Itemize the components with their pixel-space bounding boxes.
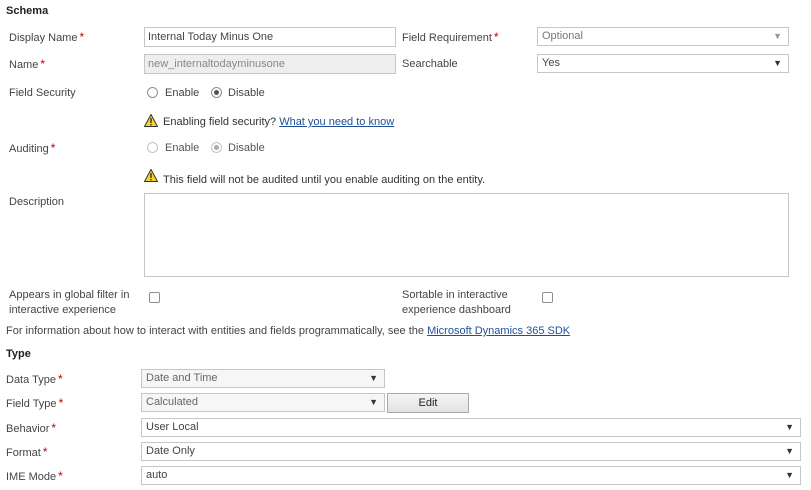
auditing-disable-label: Disable bbox=[228, 142, 265, 154]
field-type-value: Calculated bbox=[146, 396, 198, 408]
required-marker: * bbox=[79, 30, 85, 44]
data-type-label: Data Type * bbox=[6, 372, 63, 386]
ime-mode-label: IME Mode * bbox=[6, 469, 63, 483]
name-input[interactable]: new_internaltodayminusone bbox=[144, 54, 396, 74]
chevron-down-icon: ▼ bbox=[773, 58, 782, 68]
chevron-down-icon: ▼ bbox=[773, 31, 782, 41]
field-type-label: Field Type * bbox=[6, 396, 63, 410]
field-type-select[interactable]: Calculated ▼ bbox=[141, 393, 385, 412]
searchable-value: Yes bbox=[542, 57, 560, 69]
chevron-down-icon: ▼ bbox=[369, 373, 378, 383]
field-security-enable-radio[interactable] bbox=[147, 87, 158, 101]
field-requirement-value: Optional bbox=[542, 30, 583, 42]
chevron-down-icon: ▼ bbox=[785, 470, 794, 480]
format-select[interactable]: Date Only ▼ bbox=[141, 442, 801, 461]
field-security-label: Field Security bbox=[9, 87, 76, 99]
sdk-link[interactable]: Microsoft Dynamics 365 SDK bbox=[427, 325, 570, 337]
display-name-label-text: Display Name bbox=[9, 32, 78, 44]
global-filter-label-line1: Appears in global filter in bbox=[9, 289, 130, 301]
name-label: Name * bbox=[9, 57, 45, 71]
searchable-select[interactable]: Yes ▼ bbox=[537, 54, 789, 73]
required-marker: * bbox=[57, 372, 63, 386]
global-filter-label-line2: interactive experience bbox=[9, 304, 117, 316]
sortable-label-line1: Sortable in interactive bbox=[402, 289, 508, 301]
ime-mode-select[interactable]: auto ▼ bbox=[141, 466, 801, 485]
format-label: Format * bbox=[6, 445, 48, 459]
description-textarea[interactable] bbox=[144, 193, 789, 277]
behavior-value: User Local bbox=[146, 421, 199, 433]
field-security-warning-text: Enabling field security? bbox=[163, 116, 277, 128]
searchable-label: Searchable bbox=[402, 58, 458, 70]
auditing-disable-radio[interactable] bbox=[211, 142, 222, 156]
required-marker: * bbox=[58, 469, 63, 483]
edit-button[interactable]: Edit bbox=[387, 393, 469, 413]
auditing-label-text: Auditing bbox=[9, 143, 49, 155]
sdk-info-text: For information about how to interact wi… bbox=[6, 325, 424, 337]
required-marker: * bbox=[42, 445, 48, 459]
data-type-select[interactable]: Date and Time ▼ bbox=[141, 369, 385, 388]
behavior-select[interactable]: User Local ▼ bbox=[141, 418, 801, 437]
schema-section-title: Schema bbox=[6, 5, 49, 17]
field-security-disable-radio[interactable] bbox=[211, 87, 222, 101]
type-section-title: Type bbox=[6, 348, 31, 360]
radio-button-selected[interactable] bbox=[211, 87, 222, 98]
ime-mode-value: auto bbox=[146, 469, 168, 481]
chevron-down-icon: ▼ bbox=[785, 422, 794, 432]
warning-icon bbox=[143, 168, 159, 182]
sortable-label: Sortable in interactive experience dashb… bbox=[402, 288, 511, 318]
warning-icon bbox=[143, 113, 159, 127]
required-marker: * bbox=[493, 30, 499, 44]
field-type-label-text: Field Type bbox=[6, 398, 57, 410]
chevron-down-icon: ▼ bbox=[369, 397, 378, 407]
name-label-text: Name bbox=[9, 59, 39, 71]
global-filter-label: Appears in global filter in interactive … bbox=[9, 288, 129, 318]
data-type-label-text: Data Type bbox=[6, 374, 56, 386]
radio-button[interactable] bbox=[147, 142, 158, 153]
format-label-text: Format bbox=[6, 447, 41, 459]
what-you-need-to-know-link[interactable]: What you need to know bbox=[279, 116, 394, 128]
behavior-label: Behavior * bbox=[6, 421, 56, 435]
behavior-label-text: Behavior bbox=[6, 423, 50, 435]
description-label: Description bbox=[9, 196, 65, 208]
field-security-disable-label: Disable bbox=[228, 87, 265, 99]
display-name-label: Display Name * bbox=[9, 30, 84, 44]
field-requirement-label: Field Requirement * bbox=[402, 30, 499, 44]
radio-button[interactable] bbox=[147, 87, 158, 98]
required-marker: * bbox=[40, 57, 46, 71]
ime-mode-label-text: IME Mode bbox=[6, 471, 57, 483]
auditing-warning-text: This field will not be audited until you… bbox=[163, 174, 486, 186]
sortable-label-line2: experience dashboard bbox=[402, 304, 511, 316]
field-security-enable-label: Enable bbox=[165, 87, 200, 99]
chevron-down-icon: ▼ bbox=[785, 446, 794, 456]
required-marker: * bbox=[51, 421, 57, 435]
field-security-warning: Enabling field security? What you need t… bbox=[163, 116, 394, 128]
data-type-value: Date and Time bbox=[146, 372, 218, 384]
format-value: Date Only bbox=[146, 445, 195, 457]
field-requirement-label-text: Field Requirement bbox=[402, 32, 492, 44]
auditing-enable-radio[interactable] bbox=[147, 142, 158, 156]
radio-button-selected[interactable] bbox=[211, 142, 222, 153]
auditing-label: Auditing * bbox=[9, 141, 55, 155]
sortable-checkbox[interactable] bbox=[542, 292, 553, 303]
global-filter-checkbox[interactable] bbox=[149, 292, 160, 303]
field-requirement-select[interactable]: Optional ▼ bbox=[537, 27, 789, 46]
required-marker: * bbox=[50, 141, 56, 155]
display-name-input[interactable]: Internal Today Minus One bbox=[144, 27, 396, 47]
sdk-info: For information about how to interact wi… bbox=[6, 325, 570, 337]
required-marker: * bbox=[58, 396, 64, 410]
auditing-enable-label: Enable bbox=[165, 142, 200, 154]
